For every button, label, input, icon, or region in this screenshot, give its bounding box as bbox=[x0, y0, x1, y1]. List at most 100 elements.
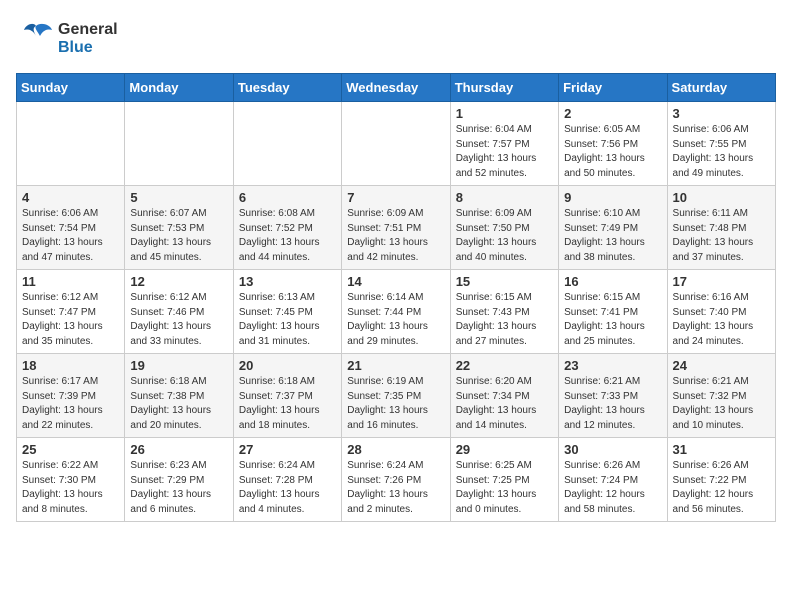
calendar-day-7: 7 Sunrise: 6:09 AM Sunset: 7:51 PM Daylig… bbox=[342, 186, 450, 270]
calendar-day-3: 3 Sunrise: 6:06 AM Sunset: 7:55 PM Daylig… bbox=[667, 102, 775, 186]
logo-text-blue: Blue bbox=[58, 39, 118, 57]
day-info: Sunrise: 6:18 AM Sunset: 7:38 PM Dayligh… bbox=[130, 375, 227, 433]
calendar-day-17: 17 Sunrise: 6:16 AM Sunset: 7:40 PM Dayli… bbox=[667, 270, 775, 354]
calendar-day-14: 14 Sunrise: 6:14 AM Sunset: 7:44 PM Dayli… bbox=[342, 270, 450, 354]
logo-text-general: General bbox=[58, 21, 118, 39]
calendar-day-26: 26 Sunrise: 6:23 AM Sunset: 7:29 PM Dayli… bbox=[125, 438, 233, 522]
day-info: Sunrise: 6:24 AM Sunset: 7:28 PM Dayligh… bbox=[239, 459, 336, 517]
calendar-day-18: 18 Sunrise: 6:17 AM Sunset: 7:39 PM Dayli… bbox=[17, 354, 125, 438]
day-info: Sunrise: 6:11 AM Sunset: 7:48 PM Dayligh… bbox=[673, 207, 770, 265]
calendar-day-30: 30Sunrise: 6:26 AM Sunset: 7:24 PM Dayli… bbox=[559, 438, 667, 522]
day-info: Sunrise: 6:21 AM Sunset: 7:32 PM Dayligh… bbox=[673, 375, 770, 433]
day-number: 26 bbox=[130, 442, 227, 457]
logo: General Blue bbox=[16, 16, 118, 61]
day-info: Sunrise: 6:20 AM Sunset: 7:34 PM Dayligh… bbox=[456, 375, 553, 433]
day-number: 14 bbox=[347, 274, 444, 289]
day-info: Sunrise: 6:15 AM Sunset: 7:41 PM Dayligh… bbox=[564, 291, 661, 349]
day-info: Sunrise: 6:26 AM Sunset: 7:22 PM Dayligh… bbox=[673, 459, 770, 517]
calendar-day-11: 11 Sunrise: 6:12 AM Sunset: 7:47 PM Dayli… bbox=[17, 270, 125, 354]
calendar-day-31: 31 Sunrise: 6:26 AM Sunset: 7:22 PM Dayli… bbox=[667, 438, 775, 522]
day-info: Sunrise: 6:07 AM Sunset: 7:53 PM Dayligh… bbox=[130, 207, 227, 265]
calendar-day-1: 1Sunrise: 6:04 AM Sunset: 7:57 PM Daylig… bbox=[450, 102, 558, 186]
day-number: 8 bbox=[456, 190, 553, 205]
day-number: 18 bbox=[22, 358, 119, 373]
weekday-header-sunday: Sunday bbox=[17, 74, 125, 102]
day-number: 21 bbox=[347, 358, 444, 373]
day-info: Sunrise: 6:25 AM Sunset: 7:25 PM Dayligh… bbox=[456, 459, 553, 517]
calendar-day-28: 28 Sunrise: 6:24 AM Sunset: 7:26 PM Dayli… bbox=[342, 438, 450, 522]
weekday-header-saturday: Saturday bbox=[667, 74, 775, 102]
day-number: 17 bbox=[673, 274, 770, 289]
weekday-header-wednesday: Wednesday bbox=[342, 74, 450, 102]
page-header: General Blue bbox=[16, 16, 776, 61]
calendar-day-10: 10 Sunrise: 6:11 AM Sunset: 7:48 PM Dayli… bbox=[667, 186, 775, 270]
day-number: 6 bbox=[239, 190, 336, 205]
calendar-day-24: 24Sunrise: 6:21 AM Sunset: 7:32 PM Dayli… bbox=[667, 354, 775, 438]
calendar-day-21: 21 Sunrise: 6:19 AM Sunset: 7:35 PM Dayli… bbox=[342, 354, 450, 438]
calendar-day-8: 8 Sunrise: 6:09 AM Sunset: 7:50 PM Daylig… bbox=[450, 186, 558, 270]
day-number: 29 bbox=[456, 442, 553, 457]
day-info: Sunrise: 6:09 AM Sunset: 7:50 PM Dayligh… bbox=[456, 207, 553, 265]
calendar-day-19: 19 Sunrise: 6:18 AM Sunset: 7:38 PM Dayli… bbox=[125, 354, 233, 438]
day-info: Sunrise: 6:12 AM Sunset: 7:47 PM Dayligh… bbox=[22, 291, 119, 349]
weekday-header-thursday: Thursday bbox=[450, 74, 558, 102]
calendar-empty-cell bbox=[125, 102, 233, 186]
day-number: 1 bbox=[456, 106, 553, 121]
day-info: Sunrise: 6:06 AM Sunset: 7:54 PM Dayligh… bbox=[22, 207, 119, 265]
weekday-header-tuesday: Tuesday bbox=[233, 74, 341, 102]
day-number: 10 bbox=[673, 190, 770, 205]
calendar-day-4: 4 Sunrise: 6:06 AM Sunset: 7:54 PM Daylig… bbox=[17, 186, 125, 270]
calendar-day-25: 25Sunrise: 6:22 AM Sunset: 7:30 PM Dayli… bbox=[17, 438, 125, 522]
day-number: 23 bbox=[564, 358, 661, 373]
day-info: Sunrise: 6:21 AM Sunset: 7:33 PM Dayligh… bbox=[564, 375, 661, 433]
weekday-header-row: SundayMondayTuesdayWednesdayThursdayFrid… bbox=[17, 74, 776, 102]
day-number: 11 bbox=[22, 274, 119, 289]
day-number: 3 bbox=[673, 106, 770, 121]
day-number: 4 bbox=[22, 190, 119, 205]
calendar-day-15: 15 Sunrise: 6:15 AM Sunset: 7:43 PM Dayli… bbox=[450, 270, 558, 354]
logo-bird-icon bbox=[16, 16, 56, 56]
day-info: Sunrise: 6:09 AM Sunset: 7:51 PM Dayligh… bbox=[347, 207, 444, 265]
day-number: 22 bbox=[456, 358, 553, 373]
day-number: 12 bbox=[130, 274, 227, 289]
day-info: Sunrise: 6:24 AM Sunset: 7:26 PM Dayligh… bbox=[347, 459, 444, 517]
calendar-empty-cell bbox=[233, 102, 341, 186]
day-number: 27 bbox=[239, 442, 336, 457]
calendar-day-29: 29 Sunrise: 6:25 AM Sunset: 7:25 PM Dayli… bbox=[450, 438, 558, 522]
day-number: 28 bbox=[347, 442, 444, 457]
calendar-day-5: 5Sunrise: 6:07 AM Sunset: 7:53 PM Daylig… bbox=[125, 186, 233, 270]
calendar-day-6: 6Sunrise: 6:08 AM Sunset: 7:52 PM Daylig… bbox=[233, 186, 341, 270]
calendar-empty-cell bbox=[342, 102, 450, 186]
calendar-empty-cell bbox=[17, 102, 125, 186]
day-number: 15 bbox=[456, 274, 553, 289]
calendar-week-row: 1Sunrise: 6:04 AM Sunset: 7:57 PM Daylig… bbox=[17, 102, 776, 186]
day-info: Sunrise: 6:12 AM Sunset: 7:46 PM Dayligh… bbox=[130, 291, 227, 349]
weekday-header-friday: Friday bbox=[559, 74, 667, 102]
calendar-day-12: 12 Sunrise: 6:12 AM Sunset: 7:46 PM Dayli… bbox=[125, 270, 233, 354]
day-number: 20 bbox=[239, 358, 336, 373]
day-info: Sunrise: 6:26 AM Sunset: 7:24 PM Dayligh… bbox=[564, 459, 661, 517]
day-info: Sunrise: 6:16 AM Sunset: 7:40 PM Dayligh… bbox=[673, 291, 770, 349]
day-info: Sunrise: 6:15 AM Sunset: 7:43 PM Dayligh… bbox=[456, 291, 553, 349]
calendar-day-27: 27 Sunrise: 6:24 AM Sunset: 7:28 PM Dayli… bbox=[233, 438, 341, 522]
day-number: 16 bbox=[564, 274, 661, 289]
calendar-day-13: 13 Sunrise: 6:13 AM Sunset: 7:45 PM Dayli… bbox=[233, 270, 341, 354]
day-info: Sunrise: 6:14 AM Sunset: 7:44 PM Dayligh… bbox=[347, 291, 444, 349]
day-number: 31 bbox=[673, 442, 770, 457]
day-number: 19 bbox=[130, 358, 227, 373]
day-info: Sunrise: 6:13 AM Sunset: 7:45 PM Dayligh… bbox=[239, 291, 336, 349]
day-number: 13 bbox=[239, 274, 336, 289]
calendar-day-2: 2Sunrise: 6:05 AM Sunset: 7:56 PM Daylig… bbox=[559, 102, 667, 186]
day-info: Sunrise: 6:18 AM Sunset: 7:37 PM Dayligh… bbox=[239, 375, 336, 433]
calendar-week-row: 11 Sunrise: 6:12 AM Sunset: 7:47 PM Dayli… bbox=[17, 270, 776, 354]
day-info: Sunrise: 6:22 AM Sunset: 7:30 PM Dayligh… bbox=[22, 459, 119, 517]
day-info: Sunrise: 6:23 AM Sunset: 7:29 PM Dayligh… bbox=[130, 459, 227, 517]
calendar-day-20: 20 Sunrise: 6:18 AM Sunset: 7:37 PM Dayli… bbox=[233, 354, 341, 438]
calendar-week-row: 25Sunrise: 6:22 AM Sunset: 7:30 PM Dayli… bbox=[17, 438, 776, 522]
calendar-week-row: 4 Sunrise: 6:06 AM Sunset: 7:54 PM Daylig… bbox=[17, 186, 776, 270]
day-number: 7 bbox=[347, 190, 444, 205]
day-info: Sunrise: 6:06 AM Sunset: 7:55 PM Dayligh… bbox=[673, 123, 770, 181]
day-info: Sunrise: 6:19 AM Sunset: 7:35 PM Dayligh… bbox=[347, 375, 444, 433]
calendar-table: SundayMondayTuesdayWednesdayThursdayFrid… bbox=[16, 73, 776, 522]
day-info: Sunrise: 6:17 AM Sunset: 7:39 PM Dayligh… bbox=[22, 375, 119, 433]
